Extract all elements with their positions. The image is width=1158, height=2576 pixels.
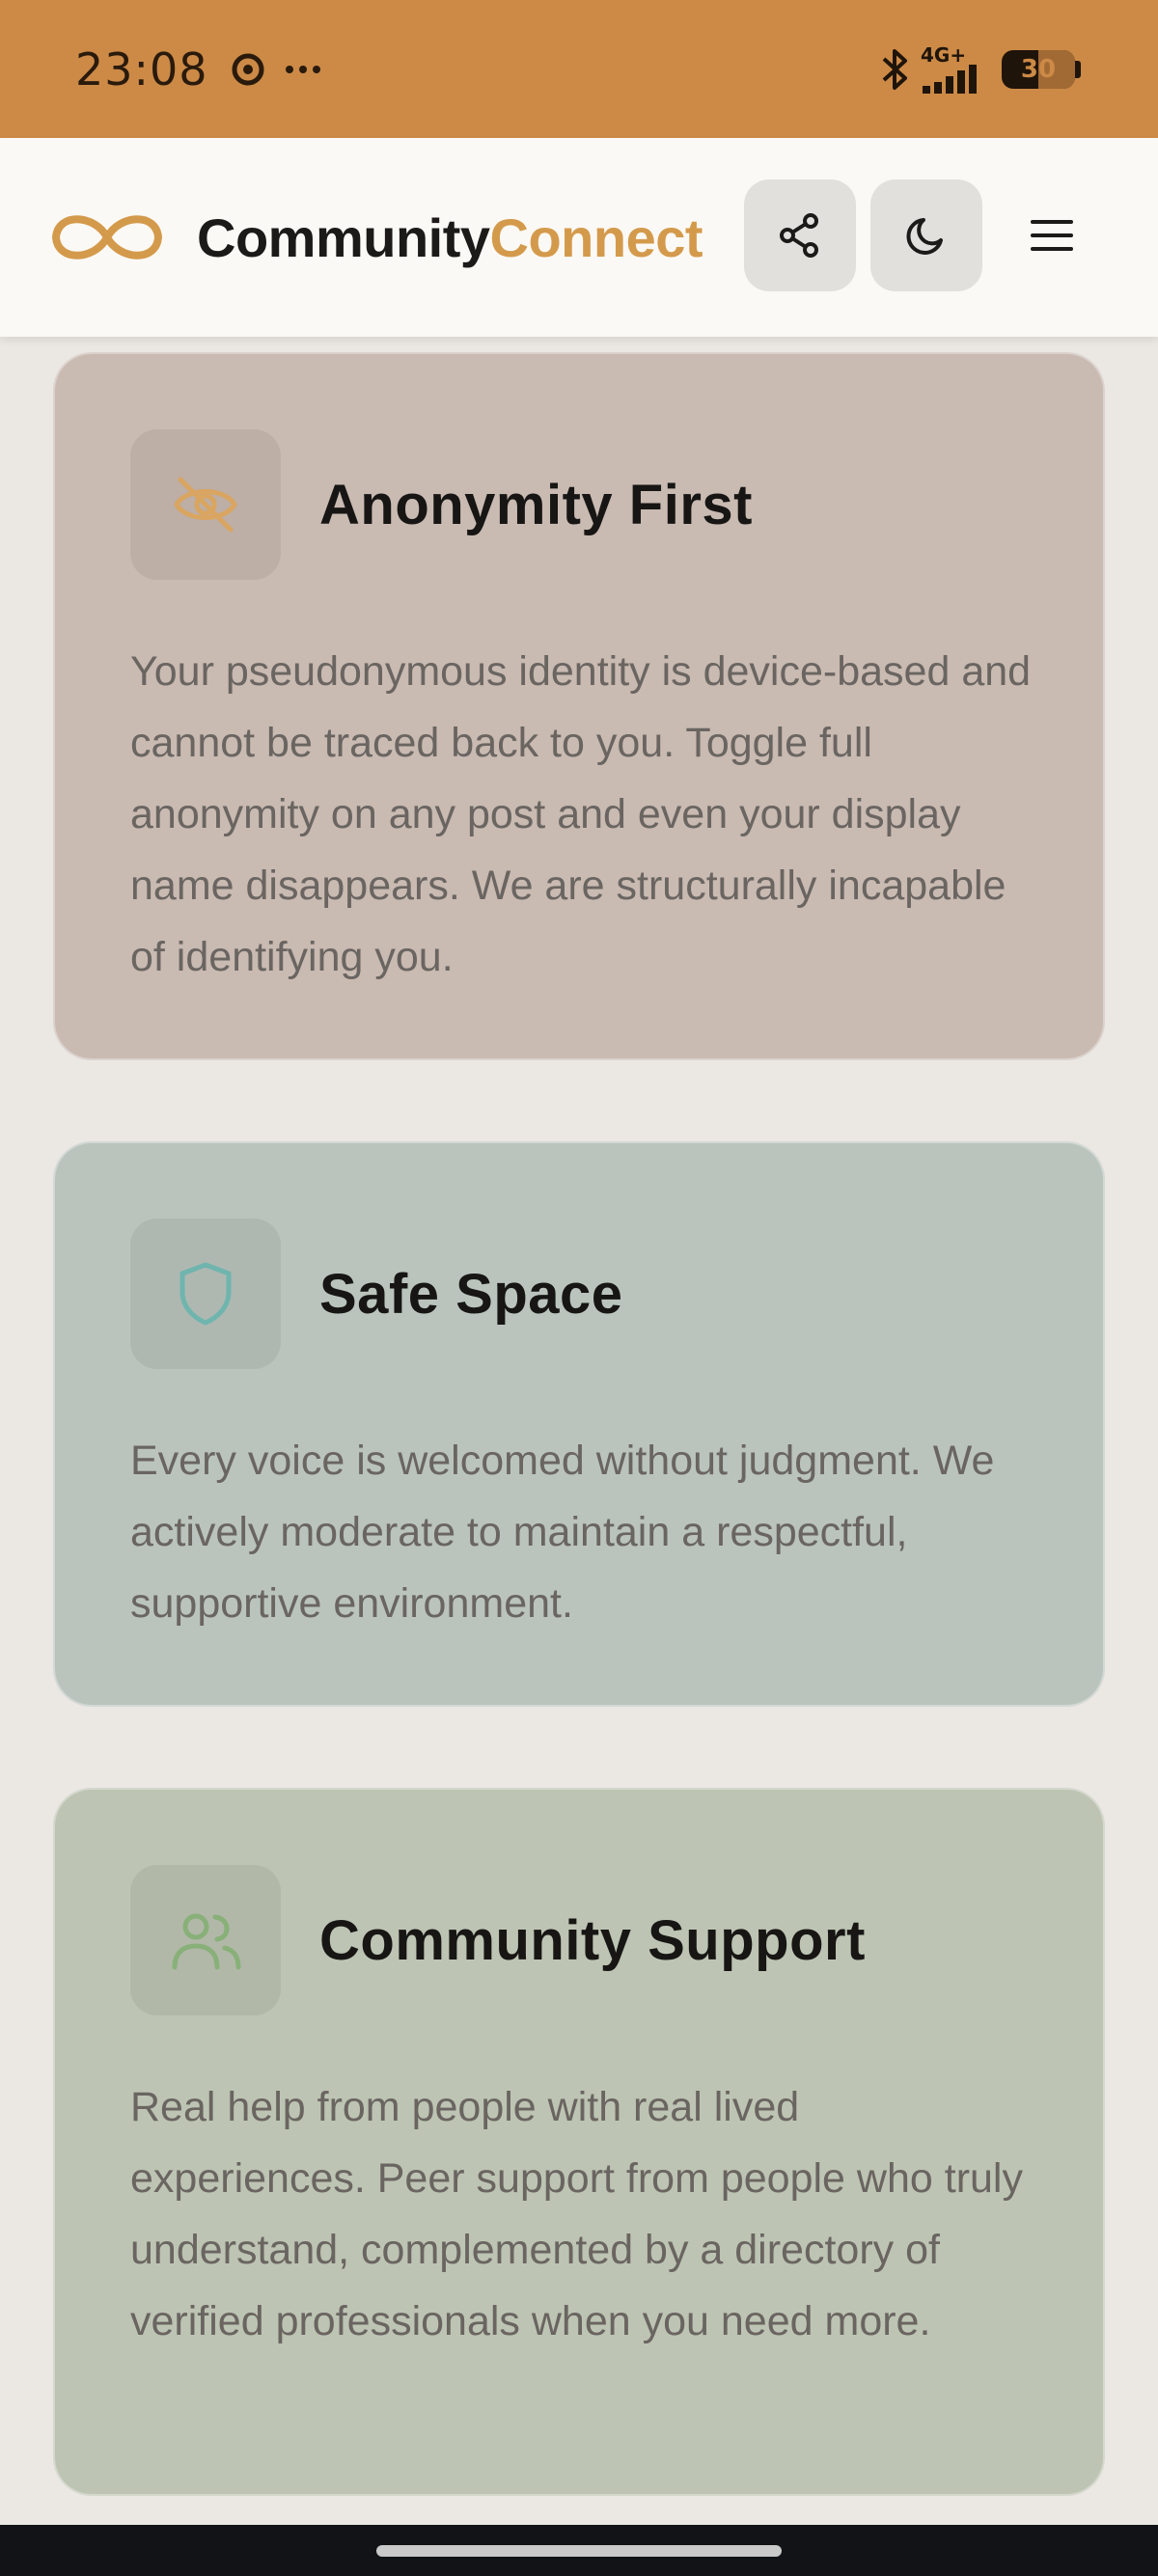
hamburger-menu-icon	[1031, 220, 1073, 251]
moon-icon	[906, 218, 943, 255]
home-indicator[interactable]	[376, 2544, 782, 2557]
brand-name-part1: Community	[197, 206, 490, 268]
app-header: CommunityConnect	[0, 138, 1158, 337]
brand-name[interactable]: CommunityConnect	[197, 206, 703, 269]
notification-icons	[232, 53, 322, 86]
more-notifications-icon	[285, 65, 320, 73]
system-status-icons: 4G+ 30	[880, 0, 1081, 138]
bluetooth-icon	[882, 48, 907, 90]
users-icon	[172, 1913, 241, 1970]
status-bar: 23:08 4G+ 30	[0, 0, 1158, 138]
brand-name-part2: Connect	[489, 206, 703, 268]
chrome-icon	[232, 53, 264, 85]
feature-title: Community Support	[319, 1908, 866, 1972]
status-time: 23:08	[75, 42, 208, 96]
shield-icon	[179, 1262, 232, 1326]
feature-description: Your pseudonymous identity is device-bas…	[130, 648, 1032, 980]
feature-card-anonymity: Anonymity First Your pseudonymous identi…	[53, 352, 1105, 1060]
menu-button[interactable]	[996, 179, 1108, 291]
share-icon	[780, 213, 818, 258]
feature-title: Anonymity First	[319, 473, 753, 536]
battery-icon: 30	[1002, 49, 1075, 89]
battery-level: 30	[1020, 54, 1057, 84]
feature-icon-box	[130, 1219, 281, 1369]
feature-card-community-support: Community Support Real help from people …	[53, 1788, 1105, 2496]
feature-title: Safe Space	[319, 1262, 623, 1326]
system-navigation-bar	[0, 2525, 1158, 2576]
infinity-logo-icon[interactable]	[48, 205, 166, 270]
feature-icon-box	[130, 1865, 281, 2015]
eye-off-icon	[174, 477, 237, 533]
feature-description: Real help from people with real lived ex…	[130, 2084, 1023, 2344]
share-button[interactable]	[744, 179, 856, 291]
feature-icon-box	[130, 429, 281, 580]
dark-mode-toggle[interactable]	[870, 179, 982, 291]
feature-card-safe-space: Safe Space Every voice is welcomed witho…	[53, 1141, 1105, 1707]
network-type: 4G+	[921, 42, 967, 67]
signal-icon	[923, 64, 977, 94]
feature-description: Every voice is welcomed without judgment…	[130, 1438, 995, 1627]
